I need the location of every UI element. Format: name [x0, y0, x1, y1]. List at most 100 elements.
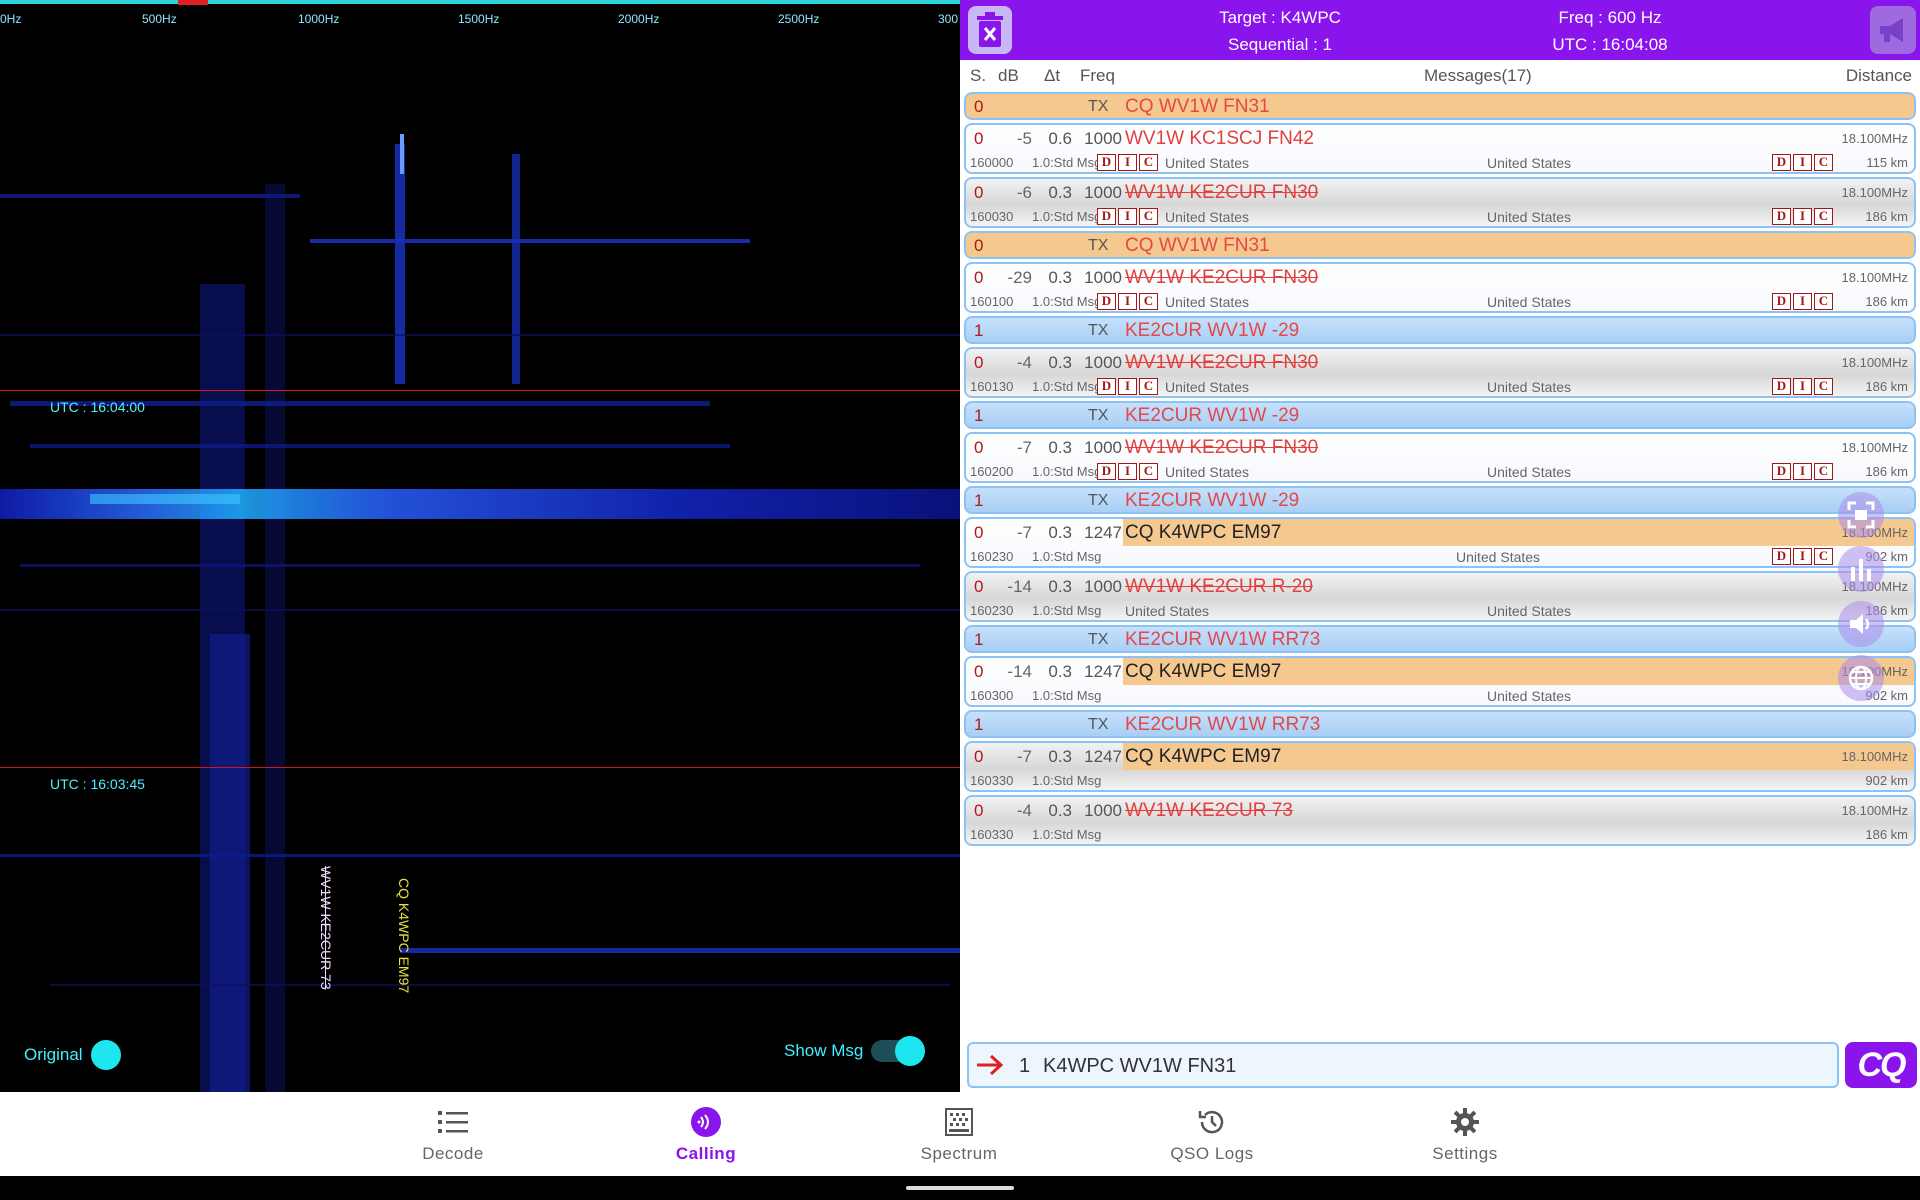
tx-message-row[interactable]: 1 TX KE2CUR WV1W -29 — [964, 401, 1916, 429]
rx-message-row[interactable]: 0-140.31247CQ K4WPC EM9718.100MHz1603001… — [964, 656, 1916, 707]
show-msg-toggle-label: Show Msg — [784, 1041, 864, 1060]
snr-db: -7 — [1016, 747, 1032, 766]
dic-flags-right: DIC — [1772, 463, 1833, 480]
dic-flag-box: D — [1097, 463, 1116, 480]
tx-label: TX — [1088, 492, 1109, 509]
rx-message-row[interactable]: 0-140.31000WV1W KE2CUR R-2018.100MHz1602… — [964, 571, 1916, 622]
next-message-bar[interactable]: 1 K4WPC WV1W FN31 — [967, 1042, 1839, 1088]
distance: 902 km — [1865, 773, 1908, 788]
message-utc: 160200 — [970, 464, 1014, 479]
nav-qso-logs[interactable]: QSO Logs — [1142, 1106, 1282, 1164]
nav-label: Calling — [675, 1144, 737, 1163]
dic-flag-box: C — [1139, 378, 1158, 395]
nav-decode[interactable]: Decode — [383, 1106, 523, 1164]
col-messages: Messages(17) — [1424, 66, 1532, 85]
home-gesture-handle[interactable] — [906, 1186, 1014, 1190]
rx-message-row[interactable]: 0 -29 0.3 1000 WV1W KE2CUR FN30 18.100MHz 1601… — [964, 262, 1916, 313]
distance: 186 km — [1865, 209, 1908, 224]
dic-flag-box: D — [1772, 548, 1791, 565]
nav-calling[interactable]: Calling — [636, 1106, 776, 1164]
transmit-toggle-button[interactable] — [1870, 6, 1916, 54]
message-utc: 160100 — [970, 294, 1014, 309]
rx-message-row[interactable]: 0-70.31247CQ K4WPC EM9718.100MHz1602301.… — [964, 517, 1916, 568]
audio-frequency: 1000 — [1084, 801, 1122, 820]
message-type: 1.0:Std Msg — [1032, 827, 1102, 842]
delta-time: 0.3 — [1048, 577, 1072, 596]
delta-time: 0.3 — [1048, 662, 1072, 681]
original-toggle[interactable]: Original — [24, 1040, 121, 1070]
map-button[interactable] — [1838, 655, 1884, 701]
message-type: 1.0:Std Msg — [1032, 549, 1102, 564]
tx-message-row[interactable]: 0 TX CQ WV1W FN31 — [964, 92, 1916, 120]
dic-flags-right: DIC — [1772, 293, 1833, 310]
fullscreen-button[interactable] — [1838, 492, 1884, 538]
call-cq-button[interactable]: CQ — [1845, 1042, 1917, 1088]
frequency-scale: 0Hz 500Hz 1000Hz 1500Hz 2000Hz 2500Hz 30… — [0, 12, 960, 32]
message-utc: 160230 — [970, 603, 1014, 618]
message-text: WV1W KE2CUR FN30 — [1125, 182, 1319, 203]
tx-message-row[interactable]: 1 TX KE2CUR WV1W RR73 — [964, 625, 1916, 653]
band-frequency: 18.100MHz — [1841, 131, 1908, 146]
tx-message-row[interactable]: 1 TX KE2CUR WV1W RR73 — [964, 710, 1916, 738]
tx-label: TX — [1088, 716, 1109, 733]
calling-header: Target : K4WPC Sequential : 1 Freq : 600… — [960, 0, 1920, 60]
audio-frequency: 1000 — [1084, 183, 1122, 202]
band-frequency: 18.100MHz — [1841, 803, 1908, 818]
dic-flag-box: D — [1097, 293, 1116, 310]
dic-flag-box: D — [1772, 463, 1791, 480]
message-text: WV1W KE2CUR 73 — [1125, 800, 1293, 821]
waterfall-spectrogram — [0, 134, 960, 1092]
rx-message-row[interactable]: 0 -5 0.6 1000 WV1W KC1SCJ FN42 18.100MHz 16000… — [964, 123, 1916, 174]
calling-icon — [690, 1106, 722, 1138]
show-msg-switch[interactable] — [871, 1036, 926, 1066]
clear-messages-button[interactable] — [968, 6, 1012, 54]
tx-frequency: Freq : 600 Hz — [1558, 8, 1662, 27]
tx-label: TX — [1088, 631, 1109, 648]
distance: 115 km — [1866, 155, 1908, 170]
speaker-icon — [1850, 614, 1870, 634]
calling-panel: Target : K4WPC Sequential : 1 Freq : 600… — [960, 0, 1920, 1092]
freq-tick-label: 1000Hz — [298, 12, 340, 26]
nav-label: QSO Logs — [1170, 1144, 1254, 1163]
history-icon — [1196, 1106, 1228, 1138]
nav-label: Settings — [1432, 1144, 1498, 1163]
sequence-number: 0 — [974, 801, 984, 820]
message-list[interactable]: 0 TX CQ WV1W FN31 0 -5 0.6 1000 WV1W KC1SCJ FN4… — [964, 92, 1916, 849]
rx-message-row[interactable]: 0 -7 0.3 1000 WV1W KE2CUR FN30 18.100MHz 16020… — [964, 432, 1916, 483]
nav-spectrum[interactable]: Spectrum — [889, 1106, 1029, 1164]
globe-icon — [1848, 665, 1874, 691]
rx-message-row[interactable]: 0 -7 0.3 1247 CQ K4WPC EM97 18.100MHz 160330 1.… — [964, 741, 1916, 792]
show-msg-toggle[interactable]: Show Msg — [784, 1036, 926, 1066]
tx-message-row[interactable]: 1 TX KE2CUR WV1W -29 — [964, 486, 1916, 514]
country-left: United States — [1165, 379, 1250, 395]
freq-tick-label: 2000Hz — [618, 12, 660, 26]
audio-frequency: 1247 — [1084, 523, 1122, 542]
message-text: KE2CUR WV1W -29 — [1125, 490, 1300, 511]
nav-settings[interactable]: Settings — [1395, 1106, 1535, 1164]
equalizer-button[interactable] — [1838, 546, 1884, 592]
sequence-number: 0 — [974, 236, 984, 255]
freq-tick-label: 2500Hz — [778, 12, 820, 26]
message-utc: 160330 — [970, 773, 1014, 788]
dic-flag-box: D — [1772, 293, 1791, 310]
tx-frequency-marker[interactable] — [178, 0, 208, 5]
rx-message-row[interactable]: 0 -4 0.3 1000 WV1W KE2CUR 73 18.100MHz 160330 1… — [964, 795, 1916, 846]
audio-button[interactable] — [1838, 601, 1884, 647]
utc-label: UTC : 16:03:45 — [50, 776, 145, 792]
band-frequency: 18.100MHz — [1841, 749, 1908, 764]
sequence-number: 1 — [974, 321, 984, 340]
dic-flag-box: C — [1814, 548, 1833, 565]
message-text: WV1W KE2CUR FN30 — [1125, 267, 1319, 288]
rx-message-row[interactable]: 0 -6 0.3 1000 WV1W KE2CUR FN30 18.100MHz 16003… — [964, 177, 1916, 228]
snr-db: -6 — [1016, 183, 1032, 202]
tx-message-row[interactable]: 1 TX KE2CUR WV1W -29 — [964, 316, 1916, 344]
rx-message-row[interactable]: 0 -4 0.3 1000 WV1W KE2CUR FN30 18.100MHz 16013… — [964, 347, 1916, 398]
sequence-number: 1 — [974, 715, 984, 734]
audio-frequency: 1000 — [1084, 353, 1122, 372]
freq-tick-label: 1500Hz — [458, 12, 500, 26]
message-text: WV1W KE2CUR FN30 — [1125, 437, 1319, 458]
message-text: KE2CUR WV1W RR73 — [1125, 629, 1321, 650]
tx-message-row[interactable]: 0 TX CQ WV1W FN31 — [964, 231, 1916, 259]
original-toggle-knob[interactable] — [90, 1040, 121, 1070]
waterfall-panel[interactable]: 0Hz 500Hz 1000Hz 1500Hz 2000Hz 2500Hz 30… — [0, 0, 960, 1092]
